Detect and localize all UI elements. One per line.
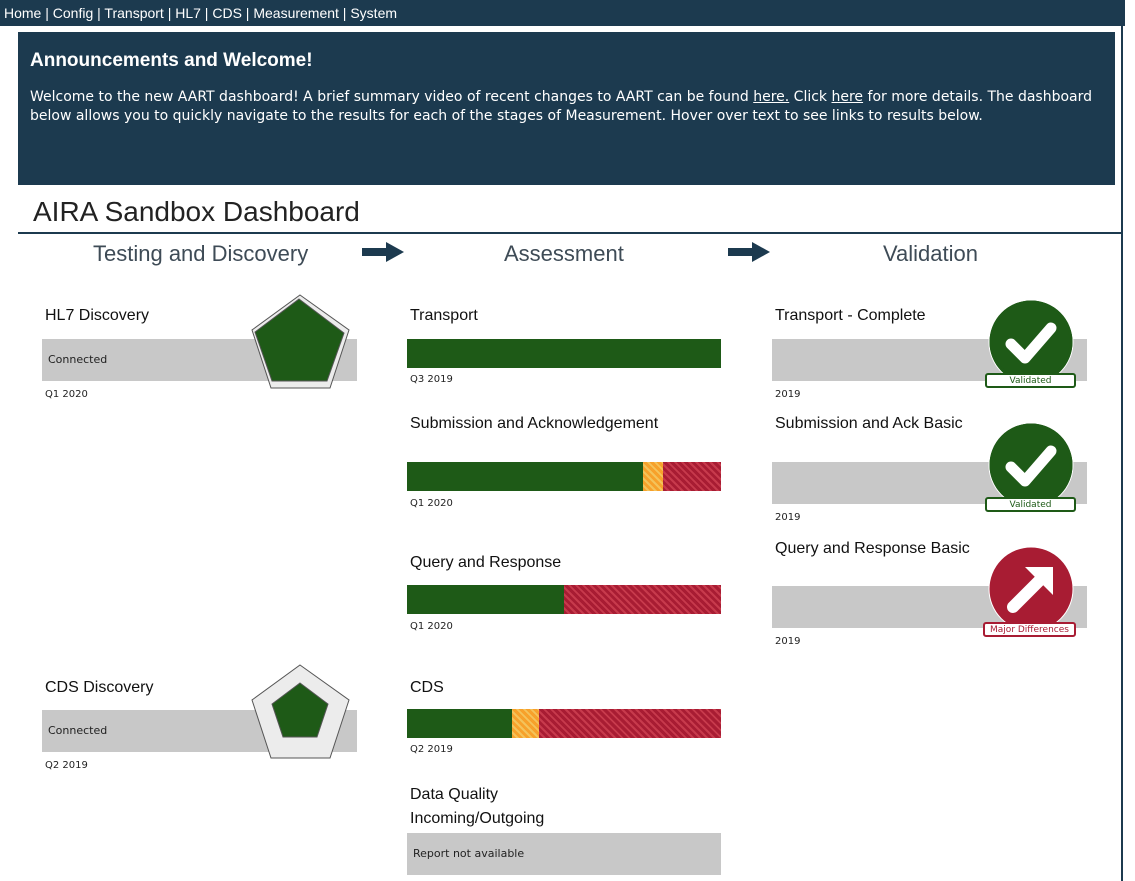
validated-badge: Validated xyxy=(985,497,1076,512)
query-response-label[interactable]: Query and Response xyxy=(410,551,561,575)
pentagon-radar-icon[interactable] xyxy=(250,293,351,390)
orange-segment xyxy=(512,709,539,738)
cds-progress-bar[interactable] xyxy=(407,709,721,738)
nav-system-link[interactable]: System xyxy=(350,5,397,21)
arrow-right-icon xyxy=(362,242,404,262)
validated-badge: Validated xyxy=(985,373,1076,388)
top-nav: Home | Config | Transport | HL7 | CDS | … xyxy=(0,0,1125,26)
arrow-right-icon xyxy=(728,242,770,262)
data-quality-label[interactable]: Data Quality Incoming/Outgoing xyxy=(410,783,610,831)
major-differences-badge: Major Differences xyxy=(983,622,1076,637)
announcement-banner: Announcements and Welcome! Welcome to th… xyxy=(18,32,1115,185)
submission-ack-basic-date: 2019 xyxy=(775,512,801,523)
stage-validation: Validation xyxy=(883,241,978,266)
nav-separator: | xyxy=(338,5,351,21)
nav-separator: | xyxy=(163,5,176,21)
green-segment xyxy=(407,339,721,368)
transport-complete-label[interactable]: Transport - Complete xyxy=(775,304,926,328)
summary-video-link[interactable]: here. xyxy=(753,89,789,105)
stage-testing-discovery: Testing and Discovery xyxy=(93,241,309,266)
stage-assessment: Assessment xyxy=(504,241,624,266)
transport-complete-date: 2019 xyxy=(775,389,801,400)
green-segment xyxy=(407,585,564,614)
dashboard-divider xyxy=(18,232,1123,234)
green-segment xyxy=(407,462,643,491)
details-link[interactable]: here xyxy=(832,89,864,105)
nav-measurement-link[interactable]: Measurement xyxy=(253,5,339,21)
red-segment xyxy=(564,585,721,614)
nav-hl7-link[interactable]: HL7 xyxy=(175,5,201,21)
hl7-discovery-label[interactable]: HL7 Discovery xyxy=(45,304,149,328)
data-quality-status: Report not available xyxy=(407,833,721,875)
cds-label[interactable]: CDS xyxy=(410,676,444,700)
cds-discovery-label[interactable]: CDS Discovery xyxy=(45,676,153,700)
transport-label[interactable]: Transport xyxy=(410,304,478,328)
transport-progress-bar[interactable] xyxy=(407,339,721,368)
submission-ack-progress-bar[interactable] xyxy=(407,462,721,491)
nav-separator: | xyxy=(41,5,53,21)
green-segment xyxy=(407,709,513,738)
cds-discovery-date: Q2 2019 xyxy=(45,760,88,771)
query-response-basic-date: 2019 xyxy=(775,636,801,647)
submission-ack-date: Q1 2020 xyxy=(410,498,453,509)
nav-config-link[interactable]: Config xyxy=(53,5,93,21)
nav-home-link[interactable]: Home xyxy=(4,5,41,21)
submission-ack-label[interactable]: Submission and Acknowledgement xyxy=(410,412,660,436)
announcement-text: Welcome to the new AART dashboard! A bri… xyxy=(30,89,1093,124)
right-border xyxy=(1121,26,1123,881)
nav-separator: | xyxy=(200,5,213,21)
query-response-basic-label[interactable]: Query and Response Basic xyxy=(775,537,975,561)
hl7-discovery-date: Q1 2020 xyxy=(45,389,88,400)
submission-ack-basic-label[interactable]: Submission and Ack Basic xyxy=(775,412,975,436)
check-icon[interactable] xyxy=(987,421,1075,509)
dashboard-title: AIRA Sandbox Dashboard xyxy=(33,196,360,227)
query-response-progress-bar[interactable] xyxy=(407,585,721,614)
pentagon-radar-icon[interactable] xyxy=(250,663,351,760)
orange-segment xyxy=(642,462,663,491)
nav-separator: | xyxy=(93,5,105,21)
query-response-date: Q1 2020 xyxy=(410,621,453,632)
red-segment xyxy=(538,709,721,738)
nav-separator: | xyxy=(241,5,254,21)
red-segment xyxy=(662,462,721,491)
announcement-title: Announcements and Welcome! xyxy=(30,50,313,71)
nav-transport-link[interactable]: Transport xyxy=(104,5,163,21)
nav-cds-link[interactable]: CDS xyxy=(212,5,242,21)
transport-date: Q3 2019 xyxy=(410,374,453,385)
cds-date: Q2 2019 xyxy=(410,744,453,755)
arrow-up-right-icon[interactable] xyxy=(987,545,1075,633)
